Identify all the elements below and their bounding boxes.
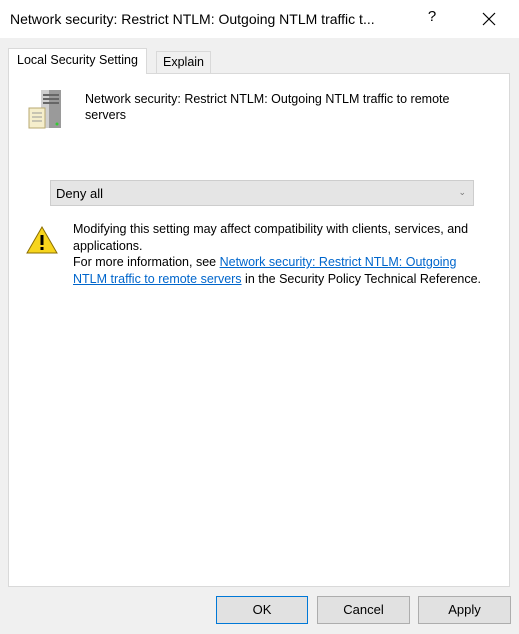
window-title: Network security: Restrict NTLM: Outgoin… xyxy=(10,11,375,27)
close-button[interactable] xyxy=(478,8,500,30)
chevron-down-icon: ⌄ xyxy=(458,187,466,197)
warning-line1: Modifying this setting may affect compat… xyxy=(73,222,469,253)
tab-explain[interactable]: Explain xyxy=(156,51,211,73)
title-bar: Network security: Restrict NTLM: Outgoin… xyxy=(0,0,519,38)
tab-panel: Network security: Restrict NTLM: Outgoin… xyxy=(8,73,510,587)
close-icon xyxy=(482,12,496,26)
help-button[interactable]: ? xyxy=(422,8,442,30)
warning-icon xyxy=(26,226,58,254)
warning-line2-suffix: in the Security Policy Technical Referen… xyxy=(241,271,482,286)
warning-message: Modifying this setting may affect compat… xyxy=(73,221,483,287)
tab-local-security-setting[interactable]: Local Security Setting xyxy=(8,48,147,74)
cancel-button[interactable]: Cancel xyxy=(317,596,410,624)
dropdown-selected-value: Deny all xyxy=(56,186,103,201)
ok-button[interactable]: OK xyxy=(216,596,308,624)
policy-title: Network security: Restrict NTLM: Outgoin… xyxy=(85,92,450,122)
apply-button[interactable]: Apply xyxy=(418,596,511,624)
warning-line2-prefix: For more information, see xyxy=(73,255,220,269)
policy-value-dropdown[interactable]: Deny all ⌄ xyxy=(50,180,474,206)
server-policy-icon xyxy=(28,90,61,129)
